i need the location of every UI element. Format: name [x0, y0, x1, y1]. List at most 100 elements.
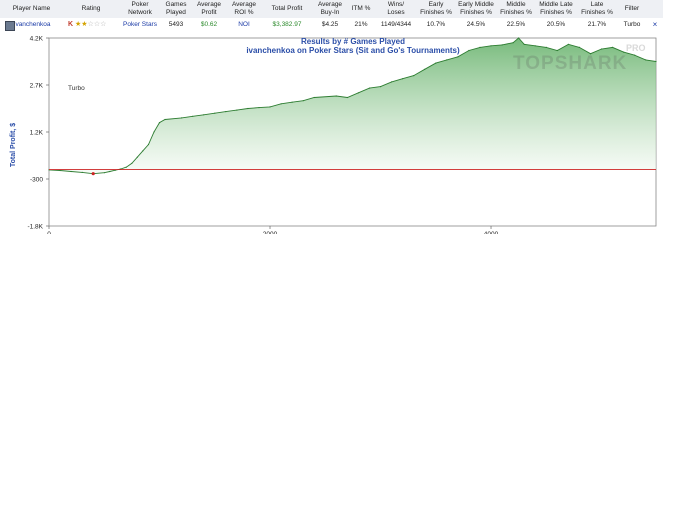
profit-chart-svg: -1.8K -300 1.2K 2.7K 4.2K 0 2000 4000 Results b… [10, 36, 657, 234]
header-filter[interactable]: Filter [617, 0, 647, 18]
data-point [523, 43, 525, 45]
rating-star-icon: ☆ [100, 21, 107, 28]
average-profit-value: $0.62 [200, 21, 218, 28]
header-itm[interactable]: ITM % [347, 0, 375, 18]
data-point [258, 107, 260, 109]
poker-network-link[interactable]: Poker Stars [119, 18, 161, 32]
data-point [468, 49, 470, 52]
data-point [70, 170, 72, 173]
data-point [446, 59, 448, 61]
data-point [225, 111, 227, 113]
data-point [153, 131, 155, 133]
filter-annotation: Turbo [68, 85, 85, 92]
data-point [280, 103, 282, 105]
data-point [391, 81, 393, 83]
header-total-profit[interactable]: Total Profit [261, 0, 313, 18]
watermark-badge: PRO [626, 43, 646, 53]
data-point [203, 114, 205, 116]
filter-value: Turbo [623, 21, 641, 28]
data-point [192, 115, 194, 117]
data-point [556, 49, 558, 52]
total-profit-value: $3,382.97 [272, 21, 302, 28]
data-point [634, 54, 636, 56]
data-point [131, 162, 133, 164]
average-roi-value: NOI [238, 21, 250, 28]
player-avatar-icon [5, 21, 15, 31]
y-tick-label: -300 [30, 177, 43, 184]
y-tick-label: 2.7K [30, 83, 44, 90]
header-average-profit[interactable]: Average Profit [191, 0, 227, 18]
average-buyin-value: $4.25 [321, 21, 339, 28]
data-point [578, 46, 581, 48]
y-axis-label: Total Profit, $ [10, 123, 17, 167]
data-point [612, 46, 614, 48]
x-tick-label: 2000 [263, 231, 278, 234]
header-wins-loses[interactable]: Wins/ Loses [375, 0, 417, 18]
games-played-value: 5493 [168, 21, 184, 28]
data-point [158, 122, 161, 124]
data-point [236, 109, 238, 111]
y-tick-label: 4.2K [30, 36, 44, 43]
data-point [313, 96, 315, 99]
chart-title: Results by # Games Played [301, 37, 405, 46]
data-point [645, 59, 647, 61]
data-point [424, 68, 426, 70]
data-point [545, 46, 547, 48]
profit-chart: -1.8K -300 1.2K 2.7K 4.2K 0 2000 4000 Results b… [0, 34, 663, 234]
data-point [368, 87, 371, 89]
data-point [379, 86, 382, 88]
header-poker-network[interactable]: Poker Network [119, 0, 161, 18]
header-middle-finishes[interactable]: Middle Finishes % [497, 0, 535, 18]
middle-finishes-value: 22.5% [506, 21, 526, 28]
header-middle-late-finishes[interactable]: Middle Late Finishes % [535, 0, 577, 18]
header-late-finishes[interactable]: Late Finishes % [577, 0, 617, 18]
data-point [655, 60, 657, 63]
data-point [136, 156, 138, 158]
data-point [142, 150, 144, 152]
data-point [600, 48, 603, 50]
data-point [512, 42, 514, 44]
data-point [59, 169, 61, 172]
data-point [479, 46, 481, 48]
data-point [103, 172, 105, 174]
data-point [247, 107, 249, 110]
header-average-roi[interactable]: Average ROI % [227, 0, 261, 18]
data-point [413, 75, 415, 77]
data-point [457, 56, 459, 58]
late-finishes-value: 21.7% [587, 21, 607, 28]
data-point [490, 45, 492, 47]
x-tick-label: 4000 [484, 231, 499, 234]
data-point [534, 45, 536, 47]
data-point [109, 170, 111, 173]
rating-display: K ★★☆☆☆ [68, 18, 106, 32]
header-early-finishes[interactable]: Early Finishes % [417, 0, 455, 18]
data-point [181, 117, 183, 119]
header-rating[interactable]: Rating [63, 0, 119, 18]
x-tick-label: 0 [47, 231, 51, 234]
data-point [518, 37, 520, 39]
data-point [147, 143, 150, 146]
chart-subtitle: ivanchenkoa on Poker Stars (Sit and Go's… [246, 46, 460, 55]
early-finishes-value: 10.7% [426, 21, 446, 28]
data-point [357, 92, 359, 94]
data-point [214, 112, 216, 114]
data-point [125, 166, 127, 168]
itm-value: 21% [354, 21, 368, 28]
rating-stars: ★★☆☆☆ [75, 21, 106, 28]
player-name-link[interactable]: ivanchenkoa [14, 18, 63, 32]
middle-late-finishes-value: 20.5% [546, 21, 566, 28]
data-point [335, 95, 337, 97]
data-point [567, 43, 570, 45]
table-header: Player Name Rating Poker Network Games P… [0, 0, 663, 19]
close-icon[interactable]: × [650, 18, 660, 32]
rating-letter: K [68, 21, 74, 28]
min-marker [91, 172, 95, 176]
data-point [164, 118, 166, 121]
header-player-name[interactable]: Player Name [0, 0, 63, 18]
early-middle-finishes-value: 24.5% [466, 21, 486, 28]
data-point [81, 171, 83, 173]
y-tick-label: 1.2K [30, 130, 44, 137]
header-early-middle-finishes[interactable]: Early Middle Finishes % [455, 0, 497, 18]
header-games-played[interactable]: Games Played [161, 0, 191, 18]
header-average-buyin[interactable]: Average Buy-In [313, 0, 347, 18]
